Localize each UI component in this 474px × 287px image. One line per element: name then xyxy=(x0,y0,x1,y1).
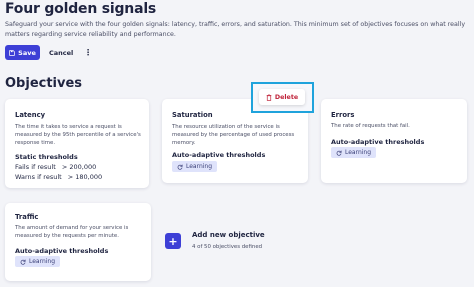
refresh-icon xyxy=(20,259,26,265)
learning-label: Learning xyxy=(345,149,372,156)
save-button[interactable]: Save xyxy=(5,45,40,60)
saturation-learning-badge: Learning xyxy=(172,161,218,172)
more-options-button[interactable]: ⋮ xyxy=(84,45,92,60)
traffic-description: The amount of demand for your service is… xyxy=(15,225,129,239)
objectives-heading: Objectives xyxy=(5,76,83,91)
latency-fails-row: Fails if result > 200,000 xyxy=(15,163,96,171)
traffic-title: Traffic xyxy=(15,213,39,221)
save-button-label: Save xyxy=(18,48,36,57)
trash-icon xyxy=(266,93,272,101)
errors-thresholds-title: Auto-adaptive thresholds xyxy=(331,138,425,146)
latency-title: Latency xyxy=(15,111,46,119)
add-objective-title[interactable]: Add new objective xyxy=(192,231,265,239)
add-objective-button[interactable]: + xyxy=(165,233,181,249)
delete-label: Delete xyxy=(274,93,299,101)
errors-card[interactable]: Errors The rate of requests that fail. A… xyxy=(321,99,467,183)
save-icon xyxy=(9,49,15,56)
errors-title: Errors xyxy=(331,111,355,119)
fails-value: > 200,000 xyxy=(61,163,97,171)
saturation-description: The resource utilization of the service … xyxy=(172,124,295,146)
learning-label: Learning xyxy=(186,163,213,170)
saturation-title: Saturation xyxy=(172,111,213,119)
latency-description: The time it takes to service a request i… xyxy=(15,124,141,146)
page-description: Safeguard your service with the four gol… xyxy=(5,21,466,38)
latency-thresholds-title: Static thresholds xyxy=(15,153,78,161)
delete-popup: Delete xyxy=(251,82,314,113)
cancel-button[interactable]: Cancel xyxy=(49,45,73,60)
traffic-card[interactable]: Traffic The amount of demand for your se… xyxy=(5,203,151,281)
fails-label: Fails if result xyxy=(15,163,56,171)
errors-learning-badge: Learning xyxy=(331,147,377,158)
traffic-thresholds-title: Auto-adaptive thresholds xyxy=(15,247,109,255)
refresh-icon xyxy=(177,164,183,170)
errors-description: The rate of requests that fail. xyxy=(331,123,410,129)
traffic-learning-badge: Learning xyxy=(15,256,61,267)
latency-card[interactable]: Latency The time it takes to service a r… xyxy=(5,99,149,188)
warns-label: Warns if result xyxy=(15,173,62,181)
warns-value: > 180,000 xyxy=(67,173,103,181)
delete-button[interactable]: Delete xyxy=(259,89,305,105)
learning-label: Learning xyxy=(29,258,56,265)
latency-warns-row: Warns if result > 180,000 xyxy=(15,173,102,181)
refresh-icon xyxy=(336,150,342,156)
saturation-thresholds-title: Auto-adaptive thresholds xyxy=(172,151,266,159)
objectives-count: 4 of 50 objectives defined xyxy=(192,244,263,250)
page-title: Four golden signals xyxy=(5,1,157,17)
